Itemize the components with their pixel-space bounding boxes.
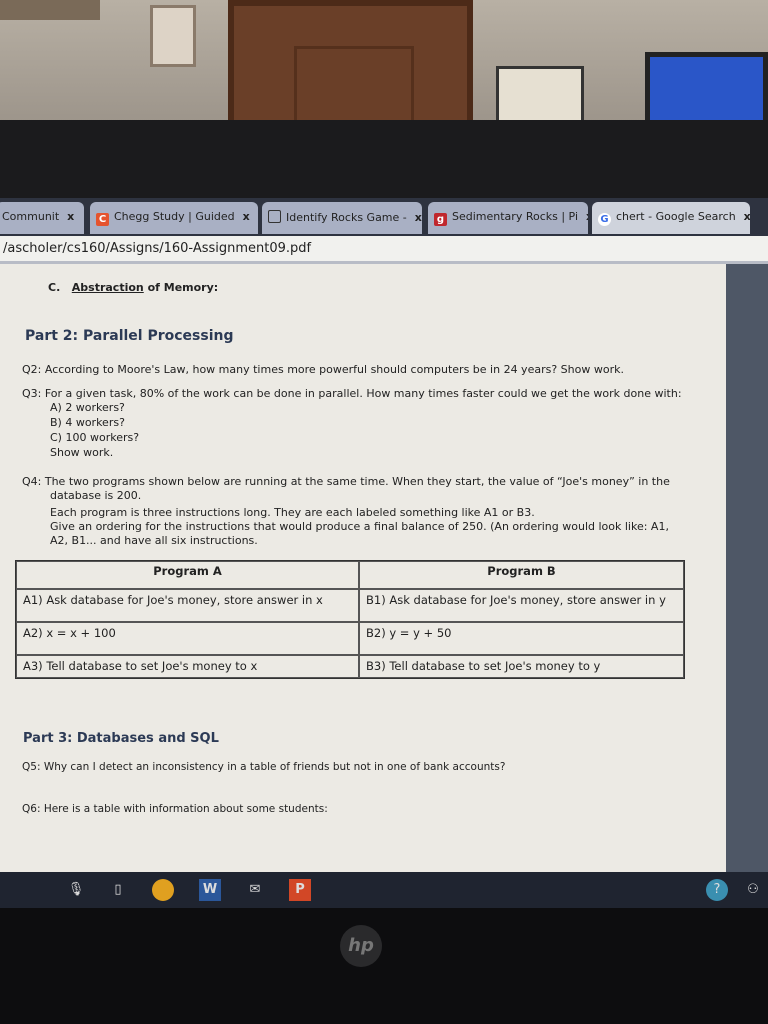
g-red-icon: g <box>434 213 447 226</box>
hp-logo: hp <box>340 925 382 967</box>
q4-line: Each program is three instructions long.… <box>50 506 535 519</box>
door <box>228 0 473 140</box>
q3-option: C) 100 workers? <box>50 431 140 444</box>
powerpoint-icon[interactable]: P <box>289 879 311 901</box>
address-bar[interactable]: /ascholer/cs160/Assigns/160-Assignment09… <box>0 236 768 264</box>
table-header: Program A <box>16 561 359 589</box>
tab-identify-rocks[interactable]: Identify Rocks Game - x <box>262 202 422 234</box>
part2-heading: Part 2: Parallel Processing <box>25 328 234 344</box>
q4-line: Q4: The two programs shown below are run… <box>22 475 670 488</box>
programs-table: Program A Program B A1) Ask database for… <box>15 560 685 679</box>
laptop-bezel <box>0 120 768 210</box>
tab-label: Communit <box>2 210 60 223</box>
chegg-icon: C <box>96 213 109 226</box>
table-cell: B3) Tell database to set Joe's money to … <box>359 655 684 678</box>
document-icon <box>268 210 281 223</box>
tab-label: chert - Google Search <box>616 210 736 223</box>
tab-label: Sedimentary Rocks | Pi <box>452 210 579 223</box>
google-icon: G <box>598 213 611 226</box>
q6-text: Q6: Here is a table with information abo… <box>22 803 328 815</box>
q3-option: B) 4 workers? <box>50 416 125 429</box>
people-icon[interactable]: ⚇ <box>742 879 764 901</box>
q4-line: database is 200. <box>50 489 142 502</box>
part3-heading: Part 3: Databases and SQL <box>23 731 219 746</box>
laptop-body <box>0 908 768 1024</box>
scrollbar-area[interactable] <box>726 264 768 872</box>
table-cell: A3) Tell database to set Joe's money to … <box>16 655 359 678</box>
tab-sedimentary-rocks[interactable]: g Sedimentary Rocks | Pi x <box>428 202 588 234</box>
taskbar: 🎙 ▯ W ✉ P ? ⚇ <box>0 872 768 908</box>
table-cell: B2) y = y + 50 <box>359 622 684 655</box>
tab-chegg[interactable]: C Chegg Study | Guided x <box>90 202 258 234</box>
table-cell: B1) Ask database for Joe's money, store … <box>359 589 684 622</box>
section-c: C. Abstraction of Memory: <box>48 281 218 294</box>
table-cell: A2) x = x + 100 <box>16 622 359 655</box>
close-icon[interactable]: x <box>67 210 74 223</box>
close-icon[interactable]: x <box>243 210 250 223</box>
q4-line: A2, B1... and have all six instructions. <box>50 534 258 547</box>
microphone-icon[interactable]: 🎙 <box>65 879 87 901</box>
word-icon[interactable]: W <box>199 879 221 901</box>
item-prefix: C. <box>48 281 61 294</box>
close-icon[interactable]: x <box>744 210 750 223</box>
q3-option: Show work. <box>50 446 114 459</box>
task-view-icon[interactable]: ▯ <box>107 879 129 901</box>
help-icon[interactable]: ? <box>706 879 728 901</box>
mail-icon[interactable]: ✉ <box>244 879 266 901</box>
shelf <box>0 0 100 20</box>
close-icon[interactable]: x <box>415 211 422 224</box>
q2-text: Q2: According to Moore's Law, how many t… <box>22 363 624 376</box>
q5-text: Q5: Why can I detect an inconsistency in… <box>22 761 506 773</box>
tab-google-search[interactable]: Gchert - Google Search x <box>592 202 750 234</box>
q3-option: A) 2 workers? <box>50 401 125 414</box>
table-cell: A1) Ask database for Joe's money, store … <box>16 589 359 622</box>
wall-picture <box>150 5 196 67</box>
tab-label: Chegg Study | Guided <box>114 210 235 223</box>
chrome-icon[interactable] <box>152 879 174 901</box>
close-icon[interactable]: x <box>586 210 588 223</box>
pdf-document: C. Abstraction of Memory: Part 2: Parall… <box>0 264 728 872</box>
tab-label: Identify Rocks Game - <box>286 211 407 224</box>
q4-line: Give an ordering for the instructions th… <box>50 520 669 533</box>
table-header: Program B <box>359 561 684 589</box>
tab-community[interactable]: Communit x <box>0 202 84 234</box>
tab-strip: Communit x C Chegg Study | Guided x Identif… <box>0 198 768 238</box>
item-rest: of Memory: <box>143 281 219 294</box>
item-underlined: Abstraction <box>71 281 144 294</box>
q3-text: Q3: For a given task, 80% of the work ca… <box>22 387 682 400</box>
